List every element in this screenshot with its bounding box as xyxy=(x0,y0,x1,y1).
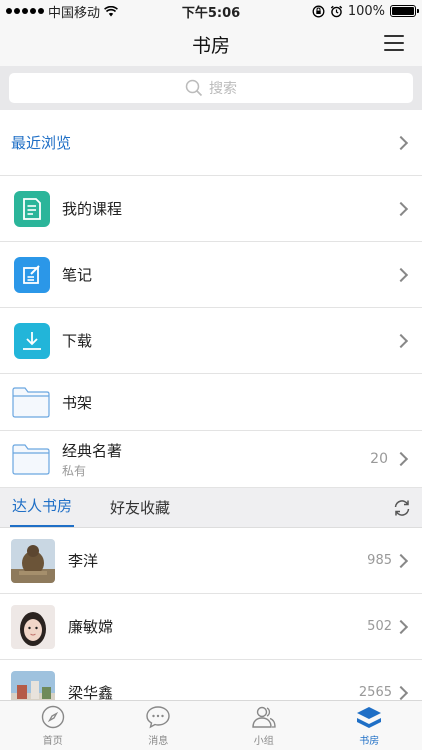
menu-icon-line xyxy=(384,49,404,51)
book-count: 2565 xyxy=(358,685,392,700)
nav-bar: 书房 xyxy=(0,22,422,66)
tab-messages[interactable]: 消息 xyxy=(106,701,212,750)
chevron-right-icon xyxy=(393,267,409,282)
folder-icon xyxy=(12,387,50,418)
battery-percent: 100% xyxy=(347,3,385,19)
downloads-row[interactable]: 下载 xyxy=(0,308,422,374)
classics-text: 经典名著 私有 xyxy=(62,440,122,479)
person-name: 廉敏嫦 xyxy=(68,618,114,636)
wifi-icon xyxy=(104,5,118,16)
status-bar: 中国移动 下午5:06 100% xyxy=(0,0,422,22)
tab-home[interactable]: 首页 xyxy=(0,701,106,750)
search-bar: 搜索 xyxy=(0,66,422,110)
tab-groups[interactable]: 小组 xyxy=(211,701,317,750)
chevron-right-icon xyxy=(393,333,409,348)
my-courses-label: 我的课程 xyxy=(62,200,123,218)
privacy-label: 私有 xyxy=(62,463,87,478)
classics-label: 经典名著 xyxy=(62,441,123,460)
folder-icon xyxy=(12,444,50,475)
page-title: 书房 xyxy=(191,34,230,57)
notes-row[interactable]: 笔记 xyxy=(0,242,422,308)
classics-folder-row[interactable]: 经典名著 私有 20 xyxy=(0,431,422,488)
tab-messages-label: 消息 xyxy=(148,735,169,747)
chat-icon xyxy=(146,705,170,728)
refresh-icon[interactable] xyxy=(392,498,412,518)
tab-expert-bookroom[interactable]: 达人书房 xyxy=(10,495,75,527)
downloads-label: 下载 xyxy=(62,332,93,350)
person-name: 李洋 xyxy=(68,552,99,570)
rotation-lock-icon xyxy=(312,5,325,17)
tab-study-label: 书房 xyxy=(359,735,380,747)
book-count: 985 xyxy=(367,553,392,568)
chevron-right-icon xyxy=(393,619,409,634)
menu-button[interactable] xyxy=(384,35,404,51)
search-icon xyxy=(185,79,203,97)
status-left: 中国移动 xyxy=(6,2,166,21)
battery-icon xyxy=(390,5,419,17)
download-icon xyxy=(14,322,50,359)
bookroom-tabs: 达人书房 好友收藏 xyxy=(0,488,422,528)
tab-groups-label: 小组 xyxy=(253,735,274,747)
compass-icon xyxy=(41,705,64,728)
search-input[interactable]: 搜索 xyxy=(9,73,413,103)
chevron-right-icon xyxy=(393,451,409,467)
status-time: 下午5:06 xyxy=(181,5,241,21)
tab-friend-favorites[interactable]: 好友收藏 xyxy=(108,497,172,527)
carrier-label: 中国移动 xyxy=(48,5,101,21)
chevron-right-icon xyxy=(393,553,409,568)
menu-icon-line xyxy=(384,35,404,37)
menu-icon-line xyxy=(384,42,404,44)
item-count: 20 xyxy=(370,451,388,467)
group-icon xyxy=(252,706,276,728)
tab-home-label: 首页 xyxy=(42,735,63,747)
avatar xyxy=(11,604,55,649)
course-icon xyxy=(14,190,50,227)
note-icon xyxy=(14,256,50,293)
person-row[interactable]: 李洋 985 xyxy=(0,528,422,594)
chevron-right-icon xyxy=(393,685,409,700)
chevron-right-icon xyxy=(393,201,409,216)
tab-study[interactable]: 书房 xyxy=(317,701,422,750)
book-count: 502 xyxy=(367,619,392,634)
search-placeholder: 搜索 xyxy=(209,81,237,97)
alarm-icon xyxy=(330,5,343,17)
bookshelf-label: 书架 xyxy=(62,393,93,412)
signal-icon xyxy=(6,8,44,14)
recent-browsing-label: 最近浏览 xyxy=(11,134,72,152)
study-icon xyxy=(357,706,382,728)
bookshelf-folder-row[interactable]: 书架 xyxy=(0,374,422,431)
recent-browsing-row[interactable]: 最近浏览 xyxy=(0,110,422,176)
avatar xyxy=(11,538,55,583)
status-right: 100% xyxy=(256,3,419,19)
notes-label: 笔记 xyxy=(62,266,93,284)
person-row[interactable]: 廉敏嫦 502 xyxy=(0,594,422,660)
my-courses-row[interactable]: 我的课程 xyxy=(0,176,422,242)
chevron-right-icon xyxy=(393,135,409,150)
bottom-tab-bar: 首页 消息 小组 书房 xyxy=(0,700,422,750)
